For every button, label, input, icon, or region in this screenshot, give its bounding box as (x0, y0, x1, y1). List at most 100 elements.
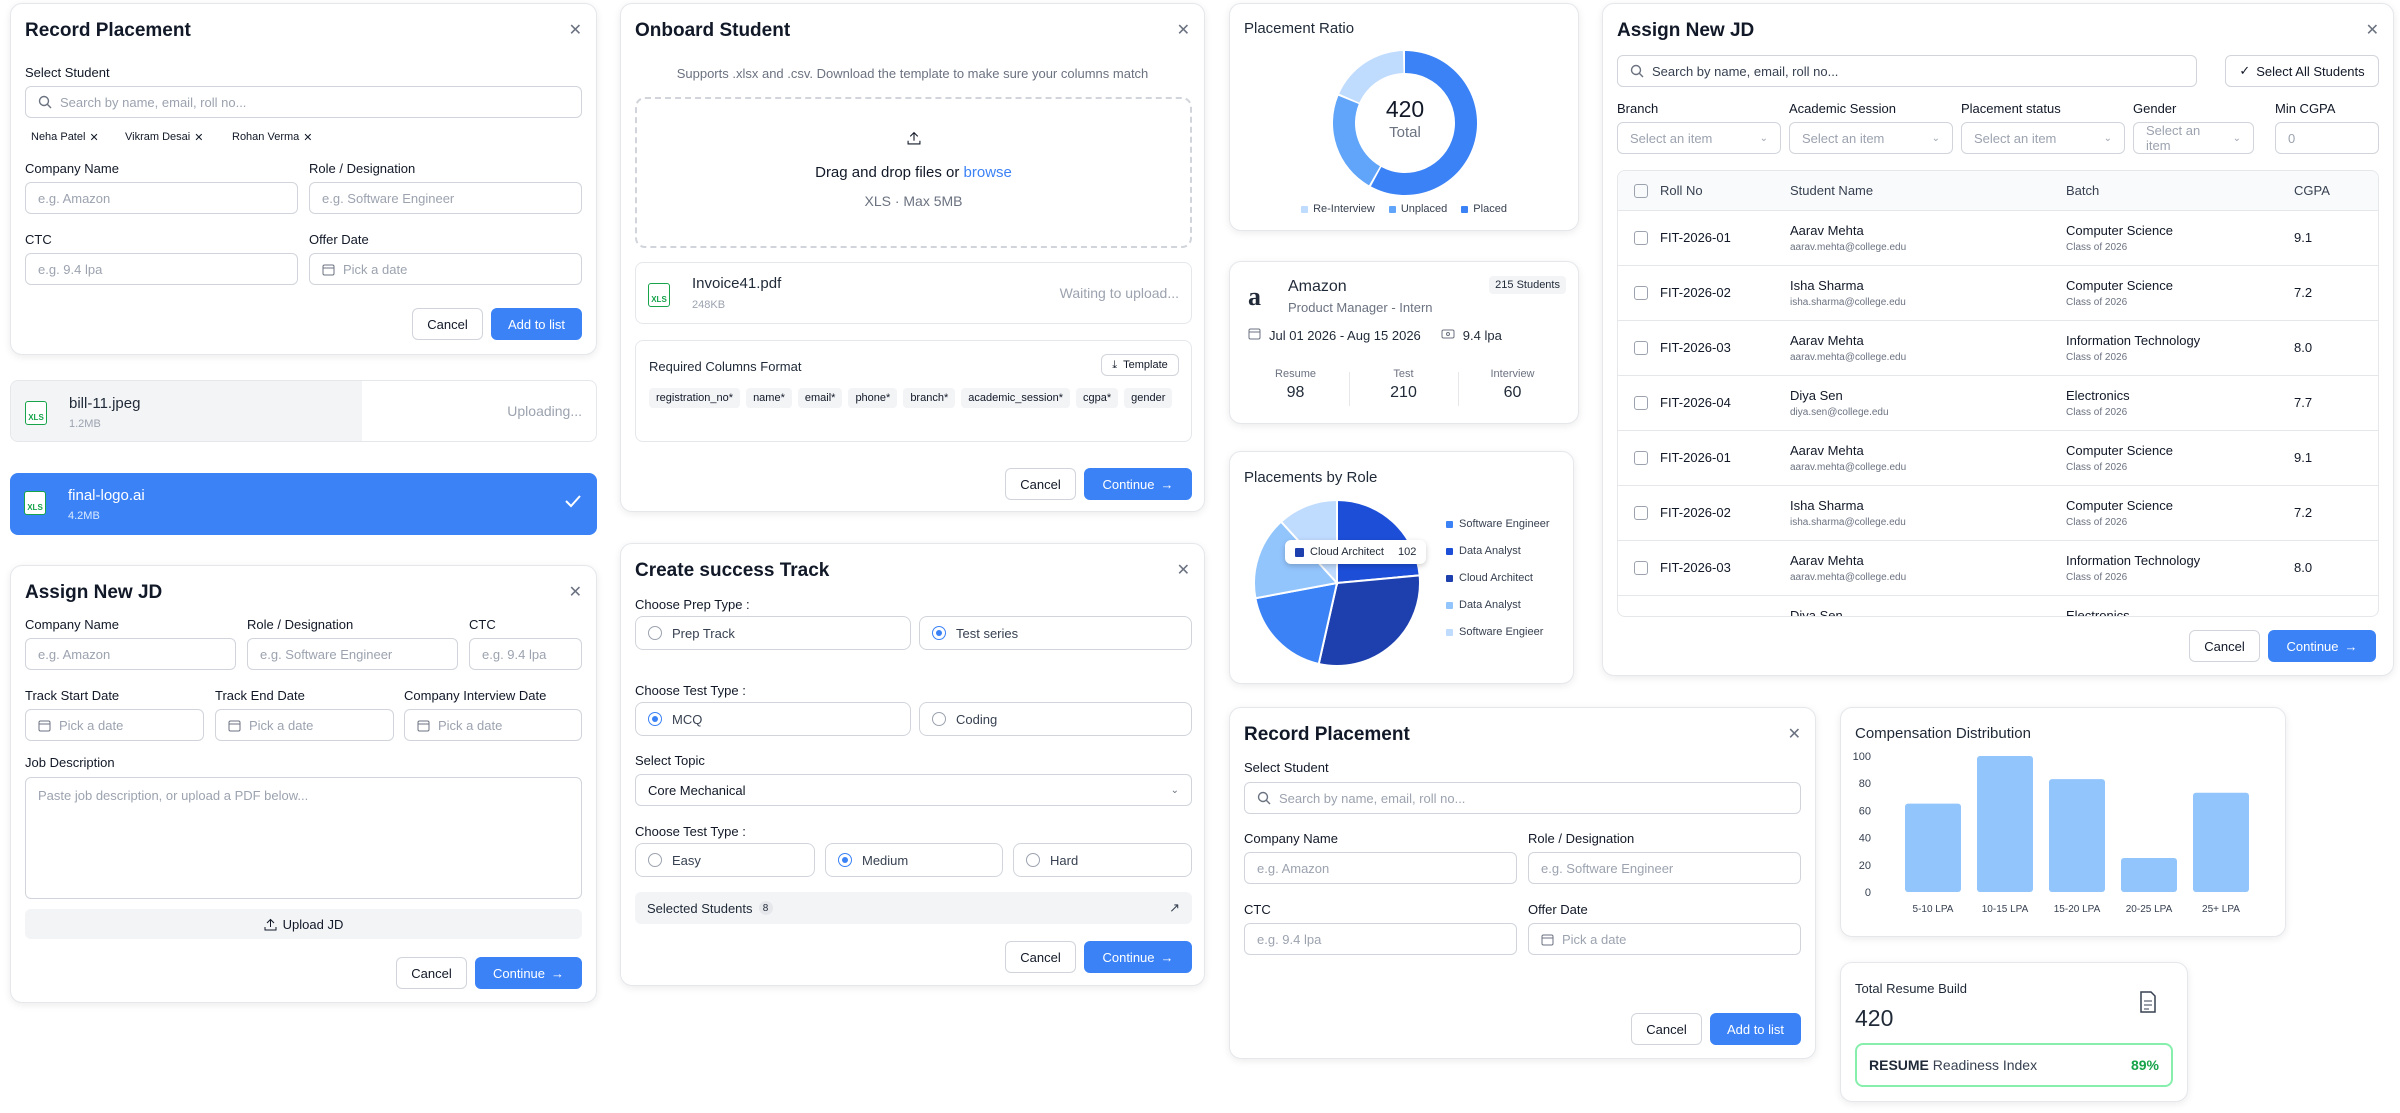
continue-button[interactable]: Continue → (2268, 630, 2376, 662)
close-icon[interactable]: ✕ (1177, 20, 1190, 40)
row-checkbox[interactable] (1634, 616, 1648, 617)
company-role: Product Manager - Intern (1288, 300, 1433, 315)
cancel-button[interactable]: Cancel (1005, 941, 1076, 973)
cancel-button[interactable]: Cancel (1005, 468, 1076, 500)
company-input[interactable]: e.g. Amazon (25, 182, 298, 214)
y-tick-label: 60 (1859, 805, 1871, 817)
close-icon[interactable]: ✕ (1177, 560, 1190, 580)
select-all-button[interactable]: ✓ Select All Students (2225, 55, 2379, 87)
offer-date-picker[interactable]: Pick a date (1528, 923, 1801, 955)
stat-value: 210 (1390, 384, 1417, 401)
roles-pie (1253, 498, 1421, 667)
amazon-logo-icon: a (1248, 282, 1261, 311)
close-icon[interactable]: ✕ (2366, 20, 2379, 40)
student-search-input[interactable]: Search by name, email, roll no... (1617, 55, 2197, 87)
remove-chip-icon[interactable]: ✕ (89, 131, 98, 144)
radio-label: Hard (1050, 852, 1079, 868)
min-cgpa-input[interactable]: 0 (2275, 122, 2379, 154)
external-arrow-icon: ↗ (1169, 900, 1180, 915)
cancel-button[interactable]: Cancel (1631, 1013, 1702, 1045)
cell-roll: FIT-2026-04 (1660, 395, 1731, 410)
level-radio[interactable]: Medium (825, 843, 1003, 877)
row-checkbox[interactable] (1634, 451, 1648, 465)
add-to-list-button[interactable]: Add to list (491, 308, 582, 340)
track-end-picker[interactable]: Pick a date (215, 709, 394, 741)
onboard-student-modal: Onboard Student ✕ Supports .xlsx and .cs… (620, 3, 1205, 512)
ctc-input[interactable]: e.g. 9.4 lpa (1244, 923, 1517, 955)
tooltip-value: 102 (1397, 546, 1417, 558)
select-all-checkbox[interactable] (1634, 184, 1648, 198)
prep-radio[interactable]: Prep Track (635, 616, 911, 650)
placeholder: e.g. Software Engineer (322, 190, 455, 206)
table-row[interactable]: FIT-2026-02 Isha Sharma isha.sharma@colleg… (1618, 265, 2378, 320)
level-radio[interactable]: Hard (1013, 843, 1192, 877)
continue-button[interactable]: Continue → (1084, 468, 1192, 500)
table-row[interactable]: FIT-2026-01 Aarav Mehta aarav.mehta@colleg… (1618, 210, 2378, 265)
row-checkbox[interactable] (1634, 286, 1648, 300)
tooltip-label: Cloud Architect (1310, 546, 1384, 558)
table-row[interactable]: FIT-2026-02 Isha Sharma isha.sharma@colleg… (1618, 485, 2378, 540)
row-checkbox[interactable] (1634, 561, 1648, 575)
ctc-input[interactable]: e.g. 9.4 lpa (469, 638, 582, 670)
role-input[interactable]: e.g. Software Engineer (1528, 852, 1801, 884)
continue-button[interactable]: Continue → (1084, 941, 1192, 973)
template-button[interactable]: ⤓ Template (1101, 354, 1179, 376)
remove-chip-icon[interactable]: ✕ (303, 131, 312, 144)
role-input[interactable]: e.g. Software Engineer (309, 182, 582, 214)
branch-select[interactable]: Select an item ⌄ (1617, 122, 1781, 154)
test-radio[interactable]: Coding (919, 702, 1192, 736)
table-row[interactable]: FIT-2026-03 Aarav Mehta aarav.mehta@colleg… (1618, 540, 2378, 595)
interview-date-label: Company Interview Date (404, 688, 547, 703)
cancel-button[interactable]: Cancel (2189, 630, 2260, 662)
radio-dot (838, 853, 852, 867)
row-checkbox[interactable] (1634, 231, 1648, 245)
status-select[interactable]: Select an item ⌄ (1961, 122, 2125, 154)
topic-select[interactable]: Core Mechanical ⌄ (635, 774, 1192, 806)
student-search-input[interactable]: Search by name, email, roll no... (25, 86, 582, 118)
offer-date-picker[interactable]: Pick a date (309, 253, 582, 285)
cell-branch: Information Technology (2066, 333, 2201, 348)
filter-label: Gender (2133, 101, 2177, 116)
add-to-list-button[interactable]: Add to list (1710, 1013, 1801, 1045)
cancel-button[interactable]: Cancel (396, 957, 467, 989)
x-tick-label: 15-20 LPA (2054, 904, 2101, 915)
role-label: Role / Designation (247, 617, 354, 632)
close-icon[interactable]: ✕ (569, 582, 582, 602)
prep-radio[interactable]: Test series (919, 616, 1192, 650)
company-input[interactable]: e.g. Amazon (25, 638, 236, 670)
level-radio[interactable]: Easy (635, 843, 815, 877)
remove-chip-icon[interactable]: ✕ (194, 131, 203, 144)
row-checkbox[interactable] (1634, 341, 1648, 355)
interview-date-picker[interactable]: Pick a date (404, 709, 582, 741)
legend-swatch (1388, 205, 1396, 213)
test-radio[interactable]: MCQ (635, 702, 911, 736)
gender-select[interactable]: Select an item ⌄ (2133, 122, 2254, 154)
close-icon[interactable]: ✕ (1788, 724, 1801, 744)
cancel-button[interactable]: Cancel (412, 308, 483, 340)
continue-button[interactable]: Continue → (475, 957, 582, 989)
jd-textarea[interactable]: Paste job description, or upload a PDF b… (25, 777, 582, 899)
continue-label: Continue (1102, 949, 1155, 965)
browse-link[interactable]: browse (964, 164, 1012, 181)
placeholder: e.g. Software Engineer (260, 646, 393, 662)
table-row[interactable]: FIT-2026-03 Aarav Mehta aarav.mehta@colleg… (1618, 320, 2378, 375)
table-row[interactable]: FIT-2026-04Diya Sendiya.sen@college.eduE… (1618, 595, 2378, 617)
legend-label: Data Analyst (1459, 599, 1521, 611)
ctc-input[interactable]: e.g. 9.4 lpa (25, 253, 298, 285)
student-search-input[interactable]: Search by name, email, roll no... (1244, 782, 1801, 814)
row-checkbox[interactable] (1634, 396, 1648, 410)
table-row[interactable]: FIT-2026-01 Aarav Mehta aarav.mehta@colleg… (1618, 430, 2378, 485)
column-header: Roll No (1660, 183, 1703, 198)
row-checkbox[interactable] (1634, 506, 1648, 520)
selected-students-row[interactable]: Selected Students 8 ↗ (635, 892, 1192, 924)
donut-total-label: Total (1389, 124, 1421, 141)
upload-jd-button[interactable]: Upload JD (25, 909, 582, 939)
table-row[interactable]: FIT-2026-04Diya Sendiya.sen@college.eduE… (1618, 375, 2378, 430)
file-dropzone[interactable]: Drag and drop files or browse XLS · Max … (635, 97, 1192, 248)
track-start-picker[interactable]: Pick a date (25, 709, 204, 741)
close-icon[interactable]: ✕ (569, 20, 582, 40)
company-input[interactable]: e.g. Amazon (1244, 852, 1517, 884)
session-select[interactable]: Select an item ⌄ (1789, 122, 1953, 154)
role-input[interactable]: e.g. Software Engineer (247, 638, 458, 670)
cell-cgpa: 7.2 (2294, 505, 2313, 520)
